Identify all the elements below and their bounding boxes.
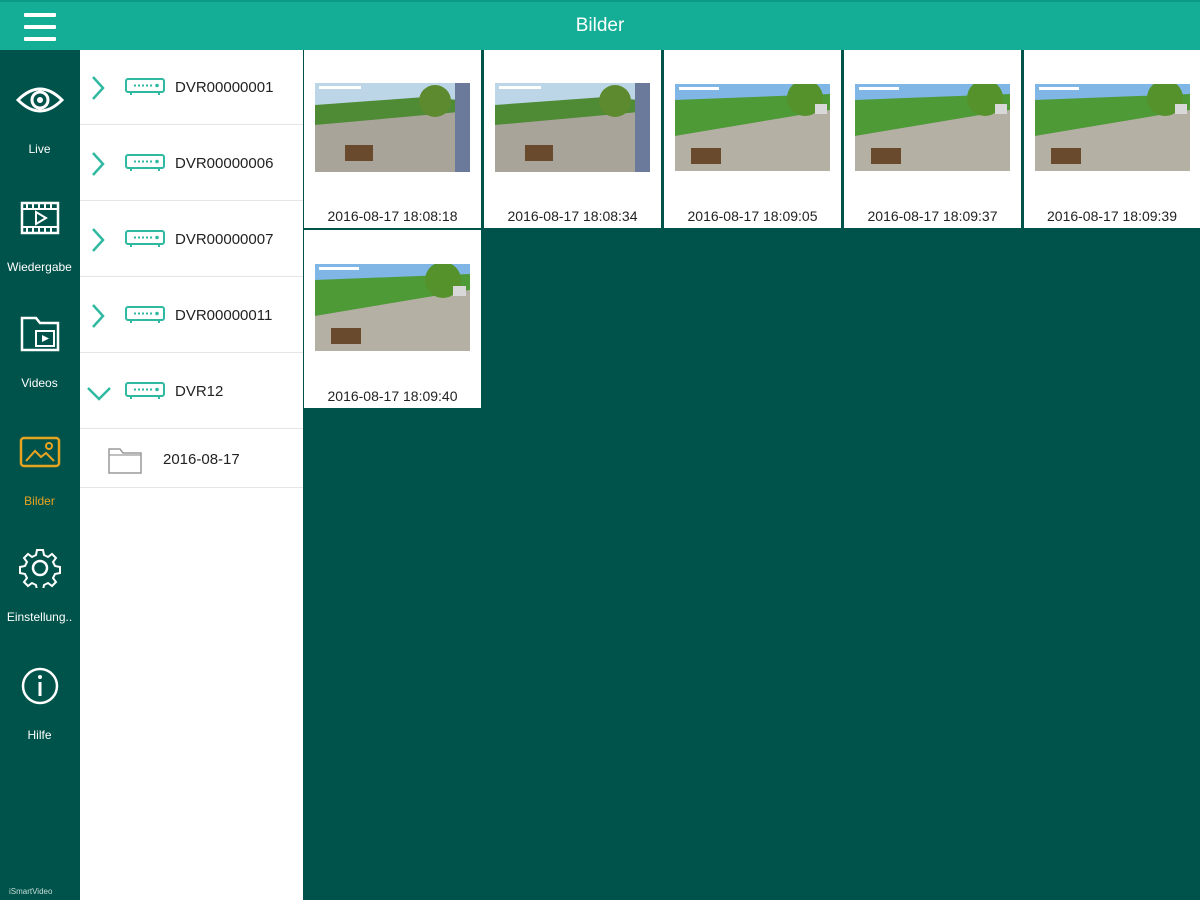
image-icon xyxy=(19,436,61,468)
device-name: DVR00000006 xyxy=(175,155,274,172)
device-name: DVR00000007 xyxy=(175,231,274,248)
snapshot-thumbnail[interactable]: 2016-08-17 18:09:37 xyxy=(844,50,1021,228)
nav-label-einstellungen: Einstellung.. xyxy=(6,610,73,624)
snapshot-image xyxy=(315,264,470,351)
video-folder-icon xyxy=(20,316,60,352)
snapshot-timestamp: 2016-08-17 18:09:05 xyxy=(687,208,818,224)
snapshot-image xyxy=(1035,84,1190,171)
chevron-right-icon xyxy=(92,304,105,328)
folder-icon xyxy=(108,448,142,474)
snapshot-image xyxy=(855,84,1010,171)
snapshot-thumbnail[interactable]: 2016-08-17 18:09:40 xyxy=(304,230,481,408)
nav-live[interactable]: Live xyxy=(0,80,79,190)
nav-videos[interactable]: Videos xyxy=(0,314,79,424)
device-name: DVR12 xyxy=(175,383,224,400)
tree-item-device[interactable]: DVR00000011 xyxy=(80,278,303,353)
page-title: Bilder xyxy=(575,15,625,36)
chevron-down-icon xyxy=(87,387,111,401)
snapshot-thumbnail[interactable]: 2016-08-17 18:09:39 xyxy=(1024,50,1200,228)
snapshot-image xyxy=(495,83,650,172)
dvr-icon xyxy=(125,306,165,323)
tree-item-device[interactable]: DVR00000001 xyxy=(80,50,303,125)
nav-hilfe[interactable]: Hilfe xyxy=(0,666,79,776)
nav-label-hilfe: Hilfe xyxy=(27,728,52,742)
eye-icon xyxy=(15,87,65,113)
chevron-right-icon xyxy=(92,152,105,176)
tree-item-device[interactable]: DVR00000006 xyxy=(80,126,303,201)
tree-item-folder[interactable]: 2016-08-17 xyxy=(80,431,303,488)
info-icon xyxy=(21,667,59,705)
snapshot-timestamp: 2016-08-17 18:09:39 xyxy=(1047,208,1177,224)
gear-icon xyxy=(19,549,61,588)
tree-item-device[interactable]: DVR12 xyxy=(80,354,303,429)
snapshot-thumbnail[interactable]: 2016-08-17 18:09:05 xyxy=(664,50,841,228)
chevron-right-icon xyxy=(92,228,105,252)
nav-wiedergabe[interactable]: Wiedergabe xyxy=(0,198,79,308)
nav-label-live: Live xyxy=(28,142,51,156)
folder-name: 2016-08-17 xyxy=(163,451,240,468)
device-name: DVR00000011 xyxy=(175,307,273,324)
top-bar: Bilder xyxy=(0,0,1200,50)
sidebar: Live Wiedergabe Videos Bilder Einstellun… xyxy=(0,50,79,900)
nav-label-videos: Videos xyxy=(21,376,58,390)
snapshot-thumbnail[interactable]: 2016-08-17 18:08:34 xyxy=(484,50,661,228)
nav-label-wiedergabe: Wiedergabe xyxy=(7,260,72,274)
snapshot-timestamp: 2016-08-17 18:09:37 xyxy=(867,208,998,224)
snapshot-thumbnail[interactable]: 2016-08-17 18:08:18 xyxy=(304,50,481,228)
brand-label: iSmartVideo xyxy=(9,887,53,896)
dvr-icon xyxy=(125,382,165,399)
dvr-icon xyxy=(125,230,165,247)
snapshot-timestamp: 2016-08-17 18:08:34 xyxy=(507,208,638,224)
tree-item-device[interactable]: DVR00000007 xyxy=(80,202,303,277)
snapshot-timestamp: 2016-08-17 18:09:40 xyxy=(327,388,458,404)
nav-bilder[interactable]: Bilder xyxy=(0,432,79,542)
dvr-icon xyxy=(125,78,165,95)
chevron-right-icon xyxy=(92,76,105,100)
dvr-icon xyxy=(125,154,165,171)
film-icon xyxy=(20,201,60,235)
snapshot-image xyxy=(675,84,830,171)
nav-einstellungen[interactable]: Einstellung.. xyxy=(0,548,79,658)
device-name: DVR00000001 xyxy=(175,79,274,96)
snapshot-timestamp: 2016-08-17 18:08:18 xyxy=(327,208,458,224)
hamburger-icon[interactable] xyxy=(22,11,58,43)
snapshot-image xyxy=(315,83,470,172)
device-tree: DVR00000001 DVR00000006 DVR00000007 DVR0… xyxy=(80,50,303,900)
nav-label-bilder: Bilder xyxy=(24,494,55,508)
